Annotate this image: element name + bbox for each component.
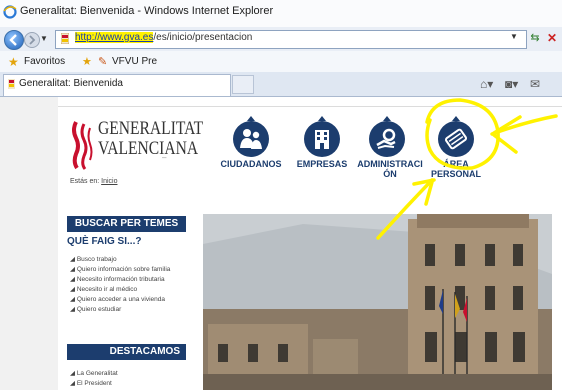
highlight-annotation: [376, 98, 558, 240]
